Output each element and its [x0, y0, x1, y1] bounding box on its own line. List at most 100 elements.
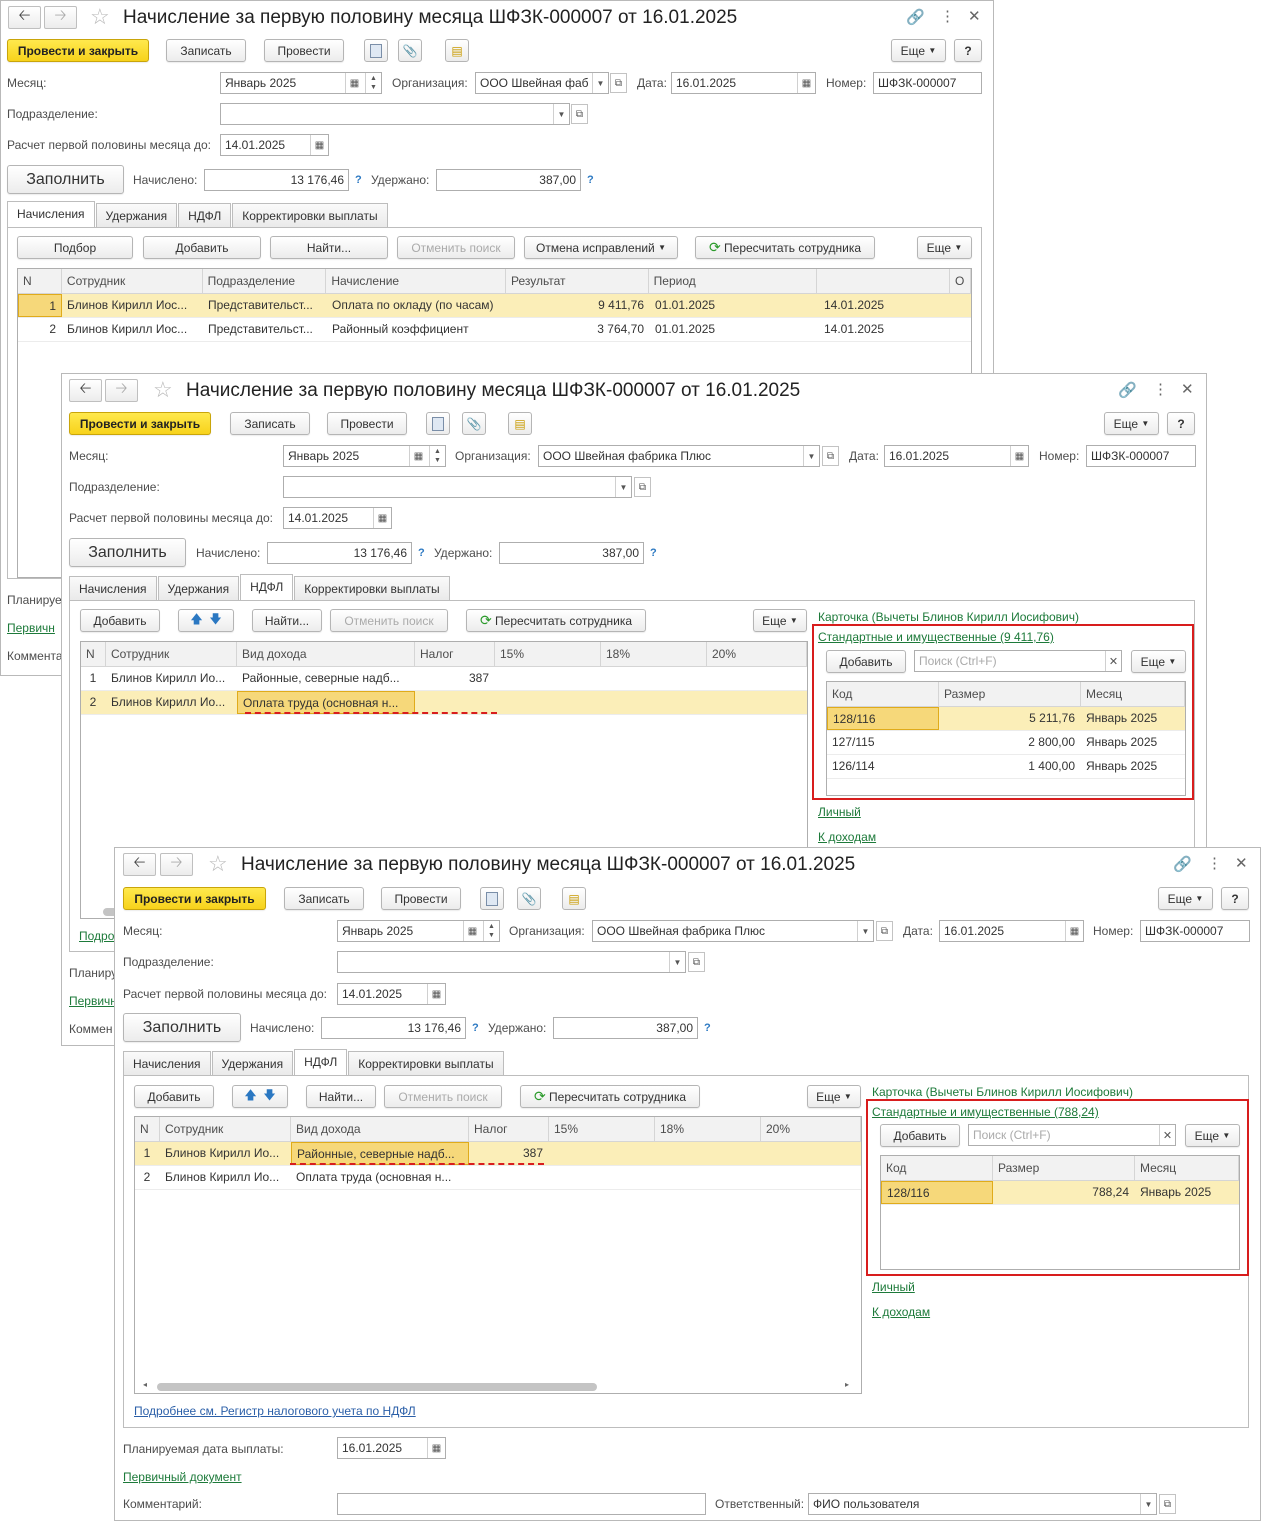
more-vert-icon[interactable]: ⋮ — [940, 7, 955, 25]
date-field[interactable]: 16.01.2025 ▦ — [884, 445, 1029, 467]
more-button[interactable]: Еще ▼ — [1158, 887, 1213, 910]
star-icon[interactable]: ☆ — [153, 379, 173, 401]
table-row[interactable]: 2 Блинов Кирилл Ио... Оплата труда (осно… — [135, 1166, 861, 1190]
calendar-icon[interactable]: ▦ — [797, 73, 815, 93]
link-icon[interactable]: 🔗 — [906, 8, 925, 26]
chevron-down-icon[interactable]: ▼ — [592, 73, 608, 93]
fill-button[interactable]: Заполнить — [69, 538, 186, 567]
print-button[interactable] — [364, 39, 388, 62]
details-link[interactable]: Подробнее см. Регистр налогового учета п… — [134, 1404, 416, 1418]
more-button[interactable]: Еще ▼ — [753, 609, 807, 632]
to-income-link[interactable]: К доходам — [872, 1305, 930, 1319]
cancel-search-button[interactable]: Отменить поиск — [397, 236, 515, 259]
chevron-down-icon[interactable]: ▼ — [553, 104, 569, 124]
chevron-down-icon[interactable]: ▼ — [803, 446, 819, 466]
close-icon[interactable]: ✕ — [1181, 380, 1194, 398]
number-field[interactable]: ШФЗК-000007 — [873, 72, 982, 94]
cancel-search-button[interactable]: Отменить поиск — [384, 1085, 502, 1108]
month-field[interactable]: Январь 2025 ▦ ▲ ▼ — [220, 72, 382, 94]
select-button[interactable]: Подбор — [17, 236, 133, 259]
back-button[interactable]: 🡠 — [8, 6, 41, 29]
tab-ndfl[interactable]: НДФЛ — [178, 203, 232, 228]
chevron-down-icon[interactable]: ▼ — [669, 952, 685, 972]
tab-corrections[interactable]: Корректировки выплаты — [348, 1051, 504, 1076]
clear-icon[interactable]: ✕ — [1105, 651, 1121, 671]
post-button[interactable]: Провести — [381, 887, 461, 910]
post-close-button[interactable]: Провести и закрыть — [123, 887, 266, 910]
primary-doc-link[interactable]: Первичн — [7, 621, 55, 635]
open-icon[interactable]: ⧉ — [688, 952, 705, 972]
help-icon[interactable]: ? — [704, 1022, 711, 1034]
help-icon[interactable]: ? — [418, 547, 425, 559]
back-button[interactable]: 🡠 — [123, 853, 156, 876]
calendar-icon[interactable]: ▦ — [427, 1438, 445, 1458]
spin-icon[interactable]: ▲ ▼ — [429, 446, 445, 466]
cancel-search-button[interactable]: Отменить поиск — [330, 609, 448, 632]
forward-button[interactable]: 🡢 — [160, 853, 193, 876]
calendar-icon[interactable]: ▦ — [1065, 921, 1083, 941]
find-button[interactable]: Найти... — [270, 236, 388, 259]
calc-until-field[interactable]: 14.01.2025 ▦ — [337, 983, 446, 1005]
help-button[interactable]: ? — [954, 39, 982, 62]
primary-doc-link[interactable]: Первичный документ — [123, 1470, 242, 1484]
arrow-up-icon[interactable]: 🡅 — [244, 1086, 256, 1107]
open-icon[interactable]: ⧉ — [822, 446, 839, 466]
responsible-field[interactable]: ФИО пользователя ▼ — [808, 1493, 1157, 1515]
scroll-right-icon[interactable]: ▸ — [845, 1380, 849, 1389]
cancel-corrections-button[interactable]: Отмена исправлений ▼ — [524, 236, 678, 259]
scroll-left-icon[interactable]: ◂ — [143, 1380, 147, 1389]
tab-ndfl[interactable]: НДФЛ — [240, 574, 294, 601]
calc-until-field[interactable]: 14.01.2025 ▦ — [220, 134, 329, 156]
recalc-button[interactable]: ⟳ Пересчитать сотрудника — [466, 609, 646, 632]
forward-button[interactable]: 🡢 — [105, 379, 138, 402]
help-icon[interactable]: ? — [472, 1022, 479, 1034]
fill-button[interactable]: Заполнить — [123, 1013, 241, 1042]
back-button[interactable]: 🡠 — [69, 379, 102, 402]
primary-doc-link[interactable]: Первичн — [69, 994, 117, 1008]
org-field[interactable]: ООО Швейная фабрика Плюс ▼ — [538, 445, 820, 467]
more-vert-icon[interactable]: ⋮ — [1153, 380, 1168, 398]
chevron-down-icon[interactable]: ▼ — [615, 477, 631, 497]
open-icon[interactable]: ⧉ — [876, 921, 893, 941]
find-button[interactable]: Найти... — [252, 609, 322, 632]
report-button[interactable]: ▤ — [562, 887, 586, 910]
card-link[interactable]: Карточка (Вычеты Блинов Кирилл Иосифович… — [818, 610, 1079, 624]
more-button[interactable]: Еще ▼ — [917, 236, 972, 259]
open-icon[interactable]: ⧉ — [1159, 1494, 1176, 1514]
attach-button[interactable]: 📎 — [398, 39, 422, 62]
more-button[interactable]: Еще ▼ — [1104, 412, 1159, 435]
arrow-down-icon[interactable]: 🡇 — [263, 1086, 275, 1107]
table-row[interactable]: 127/115 2 800,00 Январь 2025 — [827, 731, 1185, 755]
spin-icon[interactable]: ▲ ▼ — [483, 921, 499, 941]
tab-corrections[interactable]: Корректировки выплаты — [232, 203, 388, 228]
post-close-button[interactable]: Провести и закрыть — [7, 39, 149, 62]
attach-button[interactable]: 📎 — [517, 887, 541, 910]
calendar-icon[interactable]: ▦ — [1010, 446, 1028, 466]
month-field[interactable]: Январь 2025 ▦ ▲ ▼ — [337, 920, 500, 942]
help-button[interactable]: ? — [1167, 412, 1195, 435]
tab-accruals[interactable]: Начисления — [123, 1051, 211, 1076]
number-field[interactable]: ШФЗК-000007 — [1140, 920, 1250, 942]
move-buttons[interactable]: 🡅 🡇 — [178, 609, 234, 632]
arrow-up-icon[interactable]: 🡅 — [190, 610, 202, 631]
add-button[interactable]: Добавить — [80, 609, 160, 632]
tab-ndfl[interactable]: НДФЛ — [294, 1049, 348, 1076]
close-icon[interactable]: ✕ — [1235, 854, 1248, 872]
month-field[interactable]: Январь 2025 ▦ ▲ ▼ — [283, 445, 446, 467]
print-button[interactable] — [426, 412, 450, 435]
table-row[interactable]: 126/114 1 400,00 Январь 2025 — [827, 755, 1185, 779]
tab-deductions[interactable]: Удержания — [211, 1051, 294, 1076]
report-button[interactable]: ▤ — [445, 39, 469, 62]
search-input[interactable]: Поиск (Ctrl+F) ✕ — [968, 1124, 1176, 1146]
link-icon[interactable]: 🔗 — [1173, 855, 1192, 873]
standard-deductions-link[interactable]: Стандартные и имущественные (788,24) — [872, 1105, 1099, 1119]
forward-button[interactable]: 🡢 — [44, 6, 77, 29]
star-icon[interactable]: ☆ — [208, 853, 228, 875]
personal-link[interactable]: Личный — [818, 805, 861, 819]
save-button[interactable]: Записать — [166, 39, 246, 62]
open-icon[interactable]: ⧉ — [634, 477, 651, 497]
pay-date-field[interactable]: 16.01.2025 ▦ — [337, 1437, 446, 1459]
details-link[interactable]: Подро — [79, 929, 114, 943]
move-buttons[interactable]: 🡅 🡇 — [232, 1085, 288, 1108]
chevron-down-icon[interactable]: ▼ — [1140, 1494, 1156, 1514]
